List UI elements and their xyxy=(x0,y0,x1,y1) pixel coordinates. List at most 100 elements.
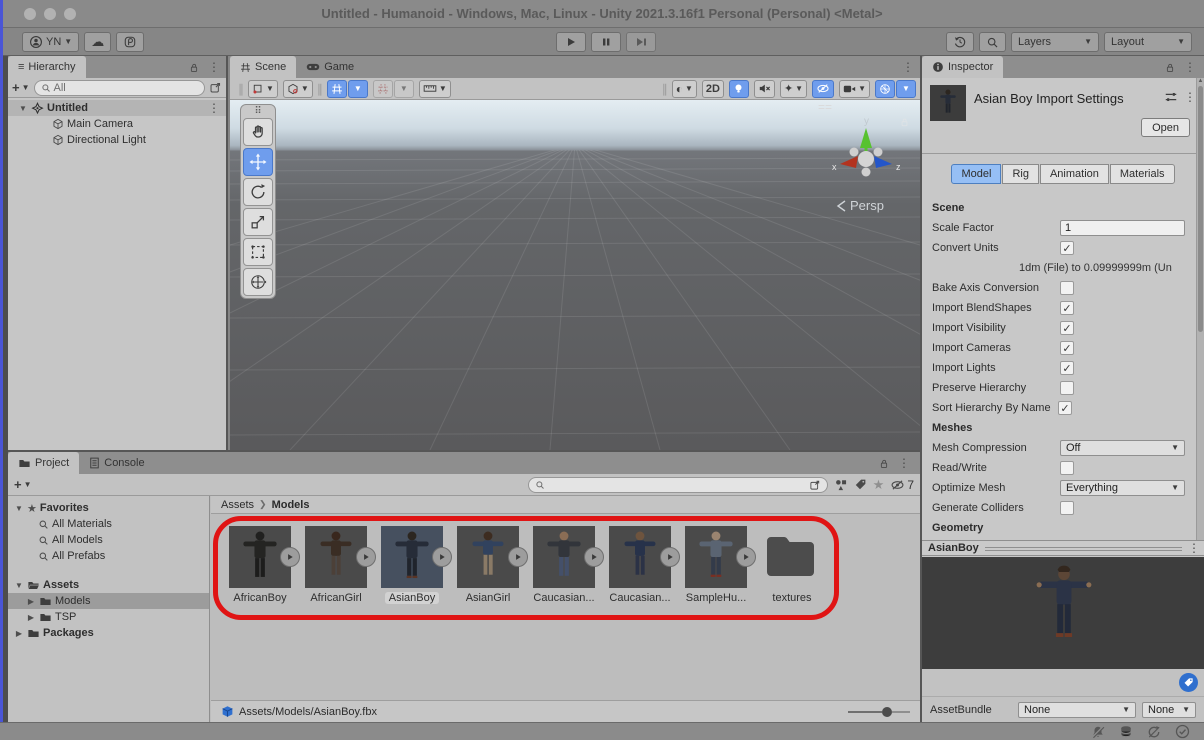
scale-factor-input[interactable] xyxy=(1060,220,1185,236)
asset-africangirl[interactable]: AfricanGirl xyxy=(301,526,376,604)
scene-viewport[interactable]: ⠿ == y x z Persp xyxy=(230,100,920,450)
asset-caucasianboy[interactable]: Caucasian... xyxy=(529,526,604,604)
shading-mode-dropdown[interactable]: ◐ ▼ xyxy=(671,79,697,98)
progress-complete-icon[interactable] xyxy=(1175,724,1190,739)
tree-assets[interactable]: ▼ Assets xyxy=(8,577,209,593)
rect-tool-button[interactable] xyxy=(243,238,273,266)
sort-hierarchy-checkbox[interactable] xyxy=(1058,401,1072,415)
grid-visibility-button[interactable] xyxy=(326,79,347,98)
import-visibility-checkbox[interactable] xyxy=(1060,321,1074,335)
overlay-drag-handle[interactable]: ⠿ xyxy=(243,107,273,117)
header-menu-icon[interactable]: ⋮ xyxy=(1184,90,1196,104)
notifications-muted-icon[interactable] xyxy=(1091,725,1105,739)
auto-refresh-disabled-icon[interactable] xyxy=(1147,725,1161,739)
grid-visibility-dropdown[interactable]: ▼ xyxy=(347,79,368,98)
account-dropdown[interactable]: YN ▼ xyxy=(22,32,80,52)
project-menu-icon[interactable]: ⋮ xyxy=(898,456,910,470)
drag-handle[interactable]: ∥ xyxy=(317,82,323,96)
presets-icon[interactable] xyxy=(1164,90,1178,104)
foldout-arrow[interactable]: ▼ xyxy=(18,104,28,113)
lighting-toggle-button[interactable] xyxy=(728,79,749,98)
scene-menu-icon[interactable]: ⋮ xyxy=(208,101,220,115)
preserve-hierarchy-checkbox[interactable] xyxy=(1060,381,1074,395)
preview-play-icon[interactable] xyxy=(736,547,756,567)
open-search-window-icon[interactable] xyxy=(809,479,821,491)
asset-label-tag-button[interactable] xyxy=(1179,673,1198,692)
open-search-window-icon[interactable] xyxy=(209,81,222,94)
tab-console[interactable]: Console xyxy=(79,452,154,474)
asset-asiangirl[interactable]: AsianGirl xyxy=(453,526,528,604)
breadcrumb-models[interactable]: Models xyxy=(272,499,310,511)
search-by-type-icon[interactable] xyxy=(834,478,848,492)
hand-tool-button[interactable] xyxy=(243,118,273,146)
layers-dropdown[interactable]: Layers ▼ xyxy=(1011,32,1099,52)
thumbnail-size-slider[interactable] xyxy=(848,706,910,717)
hierarchy-menu-icon[interactable]: ⋮ xyxy=(208,60,220,74)
project-search-input[interactable] xyxy=(527,476,828,493)
step-button[interactable] xyxy=(626,32,656,52)
grid-snap-button[interactable] xyxy=(372,79,393,98)
drag-handle[interactable]: ∥ xyxy=(662,82,668,96)
generate-colliders-checkbox[interactable] xyxy=(1060,501,1074,515)
convert-units-checkbox[interactable] xyxy=(1060,241,1074,255)
import-cameras-checkbox[interactable] xyxy=(1060,341,1074,355)
lock-icon[interactable] xyxy=(188,61,200,74)
search-button[interactable] xyxy=(979,32,1006,52)
tab-animation[interactable]: Animation xyxy=(1039,164,1109,184)
lock-icon[interactable] xyxy=(1164,61,1176,74)
tab-materials[interactable]: Materials xyxy=(1109,164,1175,184)
read-write-checkbox[interactable] xyxy=(1060,461,1074,475)
pivot-dropdown[interactable]: ▼ xyxy=(282,79,313,98)
inspector-scrollbar[interactable]: ▲ ▼ xyxy=(1196,78,1204,556)
breadcrumb-assets[interactable]: Assets xyxy=(221,499,254,511)
preview-play-icon[interactable] xyxy=(660,547,680,567)
tree-all-prefabs[interactable]: All Prefabs xyxy=(8,548,209,564)
play-button[interactable] xyxy=(556,32,586,52)
preview-drag-handle[interactable] xyxy=(984,546,1182,551)
overlay-drag-handle[interactable]: == xyxy=(818,101,910,113)
preview-play-icon[interactable] xyxy=(584,547,604,567)
undo-history-button[interactable] xyxy=(946,32,974,52)
axis-gizmo[interactable]: y x z xyxy=(824,112,908,196)
hidden-packages-toggle[interactable]: 7 xyxy=(890,478,914,492)
move-tool-button[interactable] xyxy=(243,148,273,176)
rotate-tool-button[interactable] xyxy=(243,178,273,206)
tree-all-materials[interactable]: All Materials xyxy=(8,516,209,532)
tab-model[interactable]: Model xyxy=(951,164,1002,184)
projection-mode-label[interactable]: Persp xyxy=(836,198,884,213)
tab-scene[interactable]: Scene xyxy=(230,56,297,78)
import-lights-checkbox[interactable] xyxy=(1060,361,1074,375)
cloud-services-button[interactable]: ☁ xyxy=(84,32,112,52)
scrollbar-thumb[interactable] xyxy=(1198,86,1203,332)
tab-rig[interactable]: Rig xyxy=(1002,164,1039,184)
asset-africanboy[interactable]: AfricanBoy xyxy=(225,526,300,604)
pause-button[interactable] xyxy=(591,32,621,52)
hierarchy-search-input[interactable]: All xyxy=(33,79,205,96)
plastic-scm-button[interactable] xyxy=(116,32,145,52)
grid-snap-dropdown[interactable]: ▼ xyxy=(393,79,414,98)
tab-inspector[interactable]: Inspector xyxy=(922,56,1004,78)
scene-gizmos-button[interactable] xyxy=(875,79,895,98)
tool-settings-dropdown[interactable]: ▼ xyxy=(248,79,278,98)
tree-tsp[interactable]: ▶ TSP xyxy=(8,609,209,625)
tab-hierarchy[interactable]: ≡ Hierarchy xyxy=(8,56,86,78)
optimize-mesh-dropdown[interactable]: Everything ▼ xyxy=(1060,480,1185,496)
tree-models-selected[interactable]: ▶ Models xyxy=(8,593,209,609)
preview-menu-icon[interactable]: ⋮ xyxy=(1188,541,1200,555)
asset-asianboy-selected[interactable]: AsianBoy xyxy=(377,526,452,604)
assetbundle-dropdown[interactable]: None ▼ xyxy=(1018,701,1136,718)
hierarchy-item-directional-light[interactable]: Directional Light xyxy=(8,132,226,148)
tab-game[interactable]: Game xyxy=(296,56,364,78)
open-button[interactable]: Open xyxy=(1141,118,1190,137)
layout-dropdown[interactable]: Layout ▼ xyxy=(1104,32,1192,52)
import-blendshapes-checkbox[interactable] xyxy=(1060,301,1074,315)
scene-visibility-button[interactable] xyxy=(812,79,835,98)
favorites-star-icon[interactable]: ★ xyxy=(873,477,885,493)
effects-dropdown[interactable]: ✦ ▼ xyxy=(779,79,808,98)
project-create-button[interactable]: + ▼ xyxy=(14,477,32,492)
inspector-menu-icon[interactable]: ⋮ xyxy=(1184,60,1196,74)
tree-packages[interactable]: ▶ Packages xyxy=(8,625,209,641)
asset-samplehumanoid[interactable]: SampleHu... xyxy=(681,526,756,604)
search-by-label-icon[interactable] xyxy=(854,478,867,491)
preview-play-icon[interactable] xyxy=(508,547,528,567)
